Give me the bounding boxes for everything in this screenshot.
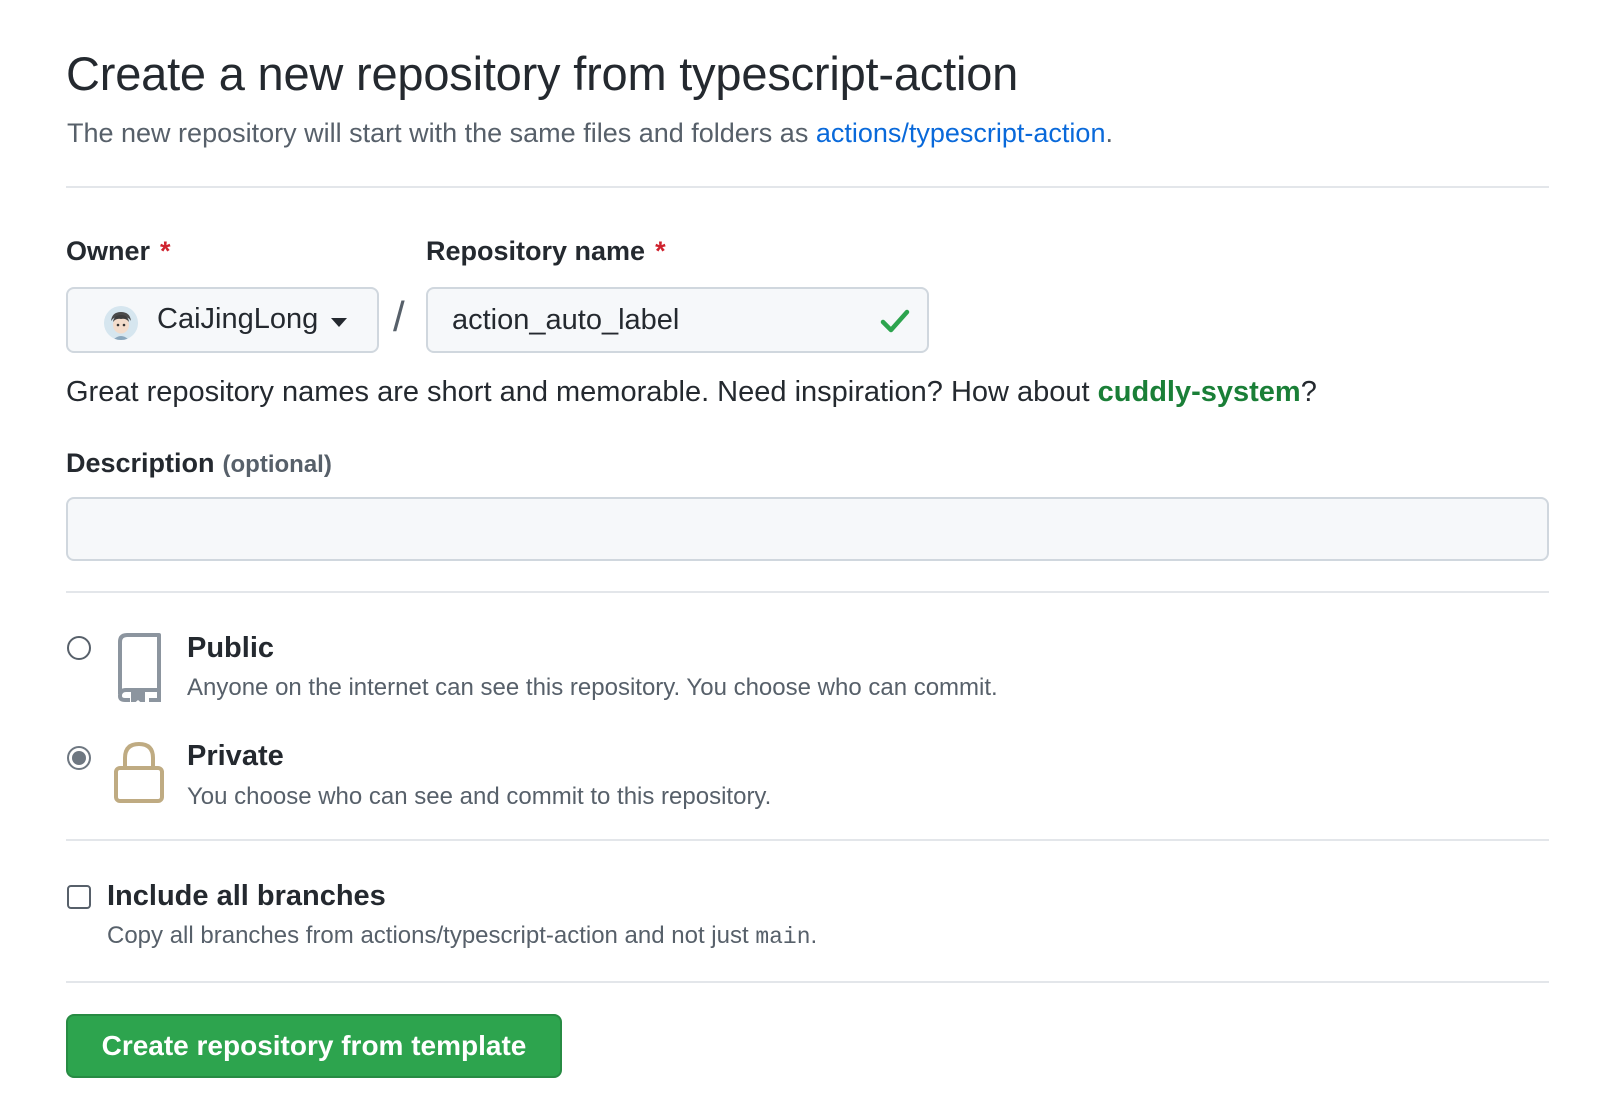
subtitle-text: The new repository will start with the s…: [67, 118, 816, 148]
subtitle-period: .: [1105, 118, 1113, 148]
description-label: Description (optional): [66, 448, 332, 479]
description-label-text: Description: [66, 448, 215, 478]
owner-label-text: Owner: [66, 236, 151, 266]
owner-repo-separator: /: [393, 293, 405, 340]
repo-name-hint: Great repository names are short and mem…: [66, 376, 1317, 409]
page-title: Create a new repository from typescript-…: [66, 47, 1019, 100]
chevron-down-icon: [331, 318, 347, 327]
hint-text: Great repository names are short and mem…: [66, 376, 1098, 408]
page-subtitle: The new repository will start with the s…: [67, 118, 1113, 149]
private-radio[interactable]: [67, 746, 91, 770]
include-branches-label: Include all branches: [107, 880, 386, 912]
header-divider: [66, 186, 1549, 188]
visibility-divider: [66, 591, 1549, 593]
hint-suffix: ?: [1300, 376, 1317, 408]
include-branches-description: Copy all branches from actions/typescrip…: [107, 922, 817, 950]
public-title: Public: [187, 632, 275, 664]
repo-name-field[interactable]: [426, 287, 929, 353]
repo-name-label-text: Repository name: [426, 236, 646, 266]
include-branches-checkbox[interactable]: [67, 885, 91, 909]
private-description: You choose who can see and commit to thi…: [187, 783, 772, 810]
owner-name: CaiJingLong: [157, 303, 319, 335]
lock-icon: [112, 740, 166, 811]
create-repository-button[interactable]: Create repository from template: [66, 1014, 562, 1078]
branches-desc-period: .: [810, 922, 818, 949]
optional-tag: (optional): [222, 451, 332, 478]
owner-required-mark: *: [160, 236, 171, 266]
name-suggestion-link[interactable]: cuddly-system: [1098, 376, 1301, 408]
public-description: Anyone on the internet can see this repo…: [187, 674, 998, 701]
default-branch-code: main: [755, 924, 811, 950]
check-icon: [879, 305, 911, 342]
branches-desc-text: Copy all branches from actions/typescrip…: [107, 922, 756, 949]
public-radio[interactable]: [67, 636, 91, 660]
template-link[interactable]: actions/typescript-action: [816, 118, 1106, 148]
description-field[interactable]: [66, 497, 1549, 561]
repo-name-required-mark: *: [655, 236, 666, 266]
private-title: Private: [187, 740, 284, 772]
owner-label: Owner *: [66, 236, 171, 267]
description-input[interactable]: [68, 499, 1547, 559]
repo-icon: [112, 632, 166, 707]
repo-name-input[interactable]: [428, 289, 927, 351]
avatar: [104, 306, 138, 340]
owner-dropdown[interactable]: CaiJingLong: [66, 287, 379, 353]
submit-divider: [66, 981, 1549, 983]
repo-name-label: Repository name *: [426, 236, 666, 267]
branches-divider: [66, 839, 1549, 841]
